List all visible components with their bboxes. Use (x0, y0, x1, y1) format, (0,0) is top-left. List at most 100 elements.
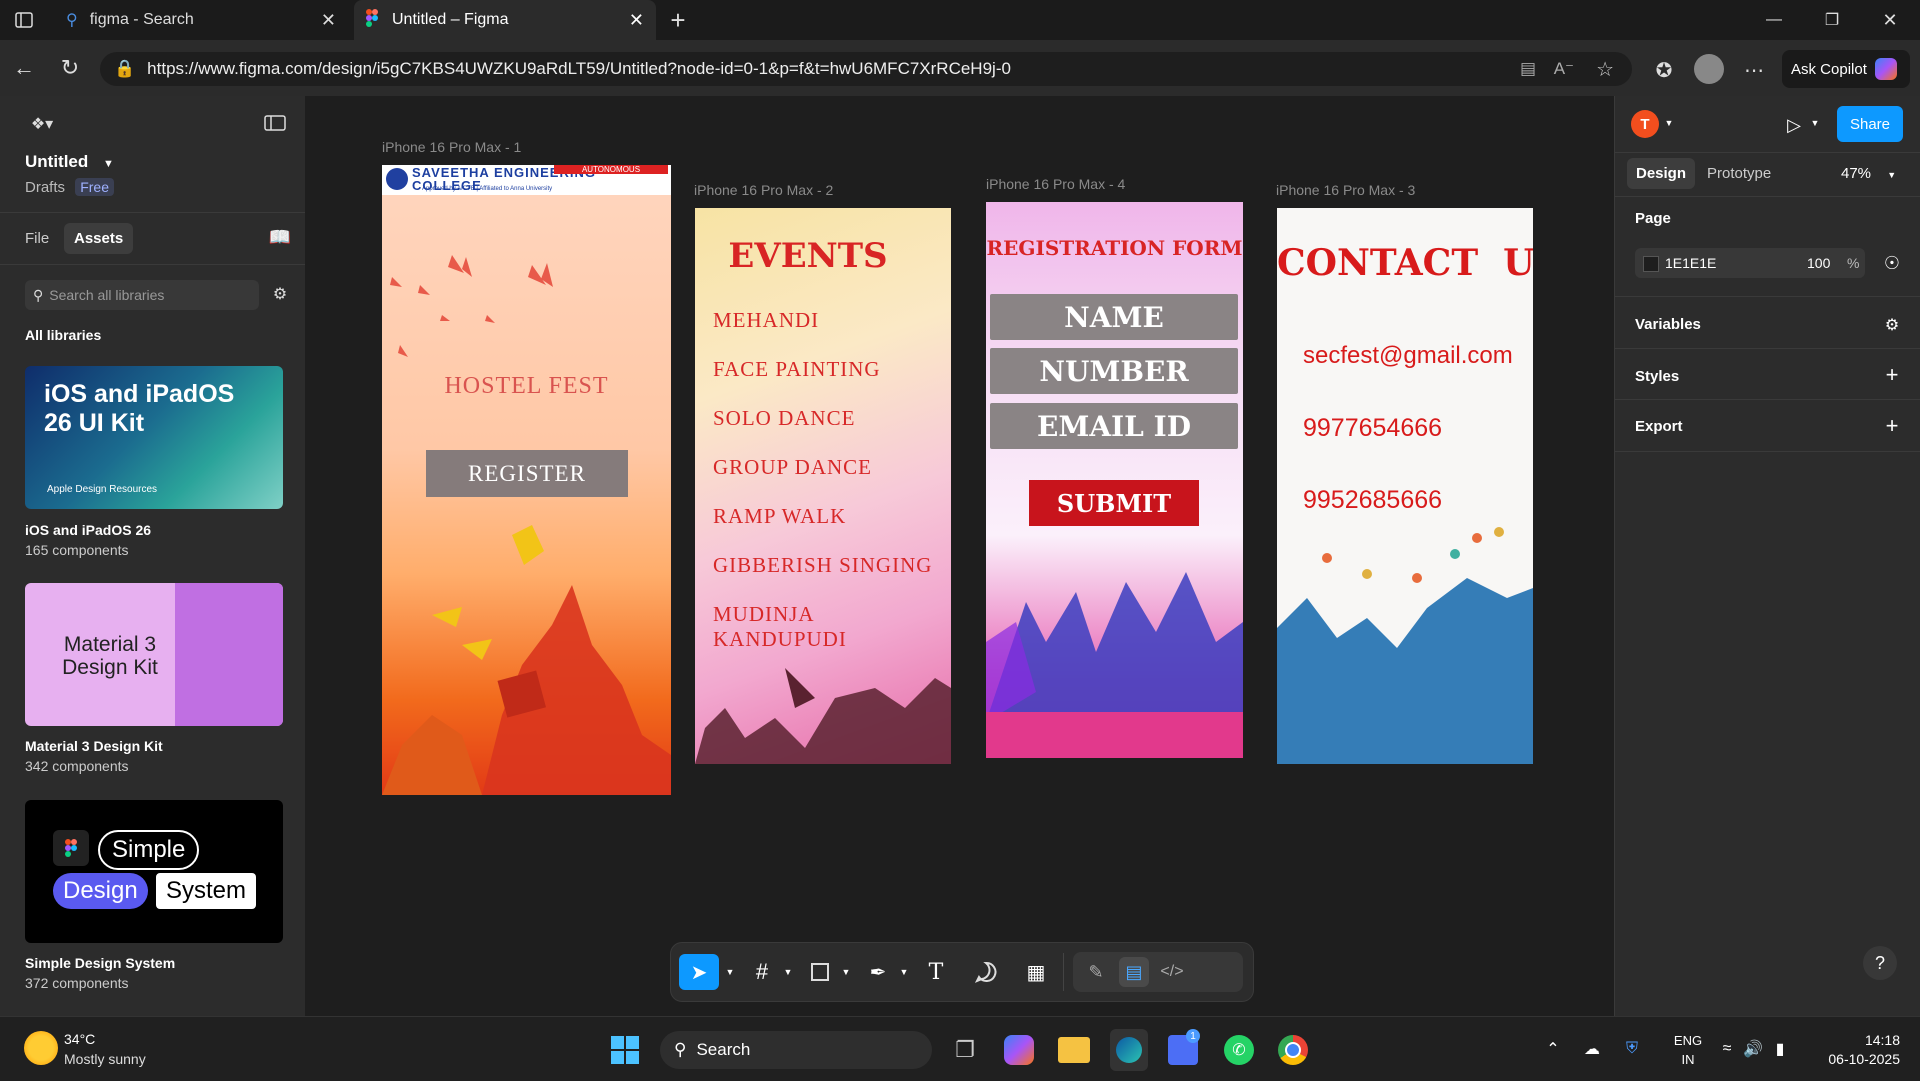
task-view-icon[interactable]: ❐ (950, 1035, 980, 1065)
wifi-icon[interactable]: ≈ (1716, 1037, 1738, 1061)
chevron-down-icon[interactable]: ▼ (839, 963, 853, 981)
divider (1615, 348, 1920, 349)
more-menu-icon[interactable]: ⋯ (1740, 56, 1768, 84)
library-name[interactable]: Material 3 Design Kit (25, 738, 163, 754)
tab-file[interactable]: File (25, 230, 49, 247)
library-card-simple[interactable]: Simple Design System (25, 800, 283, 943)
ask-copilot-button[interactable]: Ask Copilot (1782, 50, 1910, 88)
chevron-down-icon[interactable]: ▼ (1809, 116, 1821, 130)
close-tab-icon[interactable]: ✕ (629, 10, 644, 31)
color-swatch[interactable] (1643, 256, 1659, 272)
url-field[interactable]: 🔒 https://www.figma.com/design/i5gC7KBS4… (100, 52, 1632, 86)
present-play-icon[interactable]: ▷ (1781, 112, 1807, 138)
frame-iphone-3[interactable]: CONTACT US secfest@gmail.com 9977654666 … (1277, 208, 1533, 764)
draw-mode-icon[interactable]: ✎ (1081, 957, 1111, 987)
help-button[interactable]: ? (1863, 946, 1897, 980)
show-hidden-icons[interactable]: ⌃ (1542, 1037, 1564, 1061)
frame-tool-icon[interactable]: # (747, 957, 777, 987)
weather-desc[interactable]: Mostly sunny (64, 1051, 146, 1067)
chevron-down-icon[interactable]: ▼ (1663, 116, 1675, 130)
security-shield-icon[interactable]: ⛨ (1620, 1037, 1644, 1061)
comment-tool-icon[interactable] (971, 957, 1001, 987)
eye-icon[interactable]: ☉ (1879, 250, 1905, 276)
library-card-ios[interactable]: iOS and iPadOS 26 UI Kit Apple Design Re… (25, 366, 283, 509)
pen-tool-icon[interactable]: ✒ (863, 957, 893, 987)
frame-label[interactable]: iPhone 16 Pro Max - 4 (986, 176, 1125, 192)
library-name[interactable]: Simple Design System (25, 955, 175, 971)
close-window-icon[interactable]: ✕ (1876, 8, 1904, 32)
tab-untitled-figma[interactable]: Untitled – Figma ✕ (354, 0, 656, 40)
battery-icon[interactable]: ▮ (1768, 1037, 1792, 1061)
frame-iphone-1[interactable]: SAVEETHA ENGINEERING COLLEGE AUTONOMOUS … (382, 165, 671, 795)
chrome-icon[interactable] (1278, 1035, 1308, 1065)
library-search-input[interactable]: ⚲ Search all libraries (25, 280, 259, 310)
favorite-star-icon[interactable]: ☆ (1596, 57, 1614, 82)
share-button[interactable]: Share (1837, 106, 1903, 142)
tab-figma-search[interactable]: ⚲ figma - Search ✕ (56, 0, 348, 40)
sidebar-toggle-icon[interactable] (12, 8, 36, 32)
variables-heading[interactable]: Variables (1635, 316, 1701, 333)
user-avatar[interactable]: T (1631, 110, 1659, 138)
panel-toggle-icon[interactable] (262, 112, 288, 134)
windows-start-icon[interactable] (610, 1035, 640, 1065)
email-field[interactable]: EMAIL ID (990, 403, 1238, 449)
drafts-location[interactable]: Drafts Free (25, 178, 114, 196)
export-heading[interactable]: Export (1635, 418, 1683, 435)
frame-iphone-2[interactable]: EVENTS MEHANDI FACE PAINTING SOLO DANCE … (695, 208, 951, 764)
copilot-app-icon[interactable] (1004, 1035, 1034, 1065)
edge-browser-icon[interactable] (1110, 1029, 1148, 1071)
library-name[interactable]: iOS and iPadOS 26 (25, 522, 151, 538)
add-export-icon[interactable]: + (1881, 413, 1903, 438)
frame-label[interactable]: iPhone 16 Pro Max - 1 (382, 139, 521, 155)
refresh-icon[interactable]: ↻ (56, 54, 84, 82)
rectangle-tool-icon[interactable] (805, 957, 835, 987)
dev-mode-icon[interactable]: </> (1157, 957, 1187, 987)
whatsapp-icon[interactable]: ✆ (1224, 1035, 1254, 1065)
file-title[interactable]: Untitled ▼ (25, 152, 114, 172)
tab-prototype[interactable]: Prototype (1707, 165, 1771, 182)
number-field[interactable]: NUMBER (990, 348, 1238, 394)
back-icon[interactable]: ← (10, 54, 38, 82)
minimize-icon[interactable]: — (1760, 8, 1788, 32)
text-tool-icon[interactable]: T (921, 957, 951, 987)
zoom-level[interactable]: 47% ▼ (1841, 165, 1896, 182)
new-tab-icon[interactable]: + (664, 5, 692, 35)
taskbar-search[interactable]: ⚲ Search (660, 1031, 932, 1069)
variables-icon[interactable]: ⚙ (1879, 314, 1905, 336)
weather-temp[interactable]: 34°C (64, 1031, 95, 1047)
filter-settings-icon[interactable]: ⚙ (268, 282, 292, 306)
frame-iphone-4[interactable]: REGISTRATION FORM NAME NUMBER EMAIL ID S… (986, 202, 1243, 758)
clock[interactable]: 14:18 06-10-2025 (1810, 1031, 1900, 1069)
file-explorer-icon[interactable] (1058, 1037, 1090, 1063)
reader-icon[interactable]: ▤ (1520, 59, 1536, 79)
volume-icon[interactable]: 🔊 (1742, 1037, 1764, 1061)
chevron-down-icon[interactable]: ▼ (897, 963, 911, 981)
language-indicator[interactable]: ENG IN (1668, 1031, 1708, 1069)
figma-menu-icon[interactable]: ❖▾ (24, 112, 60, 136)
frame-label[interactable]: iPhone 16 Pro Max - 3 (1276, 182, 1415, 198)
chevron-down-icon[interactable]: ▼ (781, 963, 795, 981)
chevron-down-icon[interactable]: ▼ (723, 963, 737, 981)
library-card-title: Material 3 Design Kit (62, 633, 158, 679)
styles-heading[interactable]: Styles (1635, 368, 1679, 385)
close-tab-icon[interactable]: ✕ (321, 10, 336, 31)
move-tool-icon[interactable]: ➤ (679, 954, 719, 990)
read-aloud-icon[interactable]: A⁻ (1554, 59, 1574, 79)
book-icon[interactable]: 📖 (268, 226, 292, 248)
library-card-material[interactable]: Material 3 Design Kit (25, 583, 283, 726)
profile-avatar-icon[interactable] (1694, 54, 1724, 84)
name-field[interactable]: NAME (990, 294, 1238, 340)
favorites-icon[interactable]: ✪ (1650, 56, 1678, 84)
design-mode-icon[interactable]: ▤ (1119, 957, 1149, 987)
frame-label[interactable]: iPhone 16 Pro Max - 2 (694, 182, 833, 198)
onedrive-icon[interactable]: ☁ (1580, 1037, 1604, 1061)
tab-assets[interactable]: Assets (64, 223, 134, 254)
add-style-icon[interactable]: + (1881, 362, 1903, 387)
actions-tool-icon[interactable]: ▦ (1021, 957, 1051, 987)
register-button[interactable]: REGISTER (426, 450, 628, 497)
submit-button[interactable]: SUBMIT (1029, 480, 1199, 526)
weather-sun-icon[interactable] (24, 1031, 58, 1065)
page-color-field[interactable]: 1E1E1E 100 % (1635, 248, 1865, 278)
tab-design[interactable]: Design (1627, 158, 1696, 189)
restore-icon[interactable]: ❐ (1818, 8, 1846, 32)
